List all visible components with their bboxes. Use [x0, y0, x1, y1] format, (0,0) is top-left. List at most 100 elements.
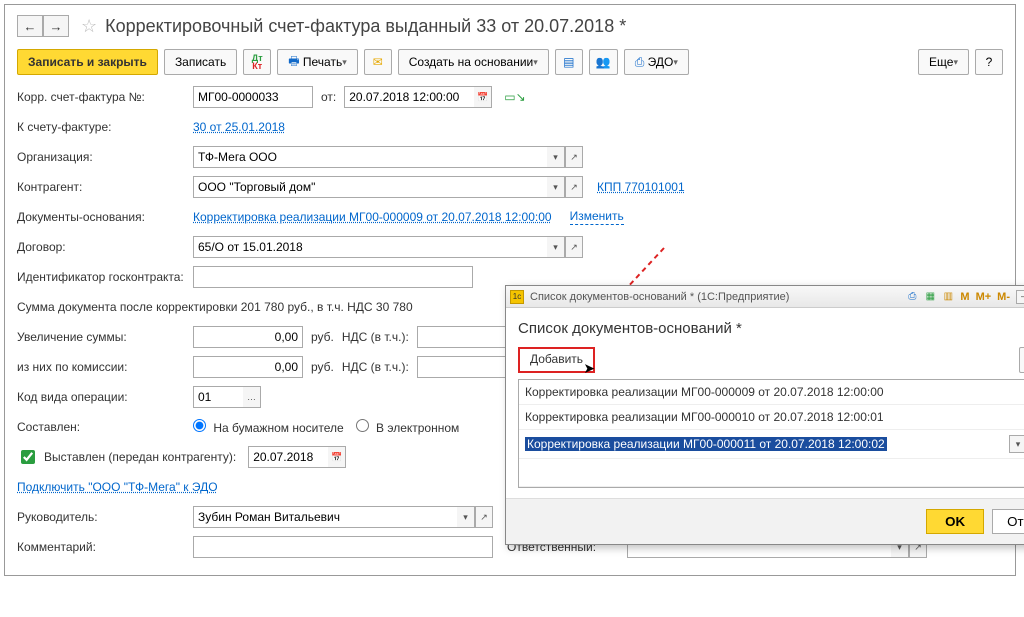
- org-open-icon[interactable]: ↗: [565, 146, 583, 168]
- people-icon: 👥: [596, 55, 611, 69]
- head-dropdown-icon[interactable]: ▾: [457, 506, 475, 528]
- contract-open-icon[interactable]: ↗: [565, 236, 583, 258]
- rub-label-2: руб.: [311, 360, 334, 374]
- counterparty-open-icon[interactable]: ↗: [565, 176, 583, 198]
- dtkt-icon: ДтКт: [252, 54, 263, 70]
- forward-button[interactable]: →: [43, 15, 69, 37]
- cursor-icon: ➤: [583, 360, 595, 377]
- org-input[interactable]: [193, 146, 547, 168]
- composed-label: Составлен:: [17, 420, 193, 434]
- counterparty-label: Контрагент:: [17, 180, 193, 194]
- nds-label-1: НДС (в т.ч.):: [342, 330, 409, 344]
- op-code-select-icon[interactable]: …: [243, 386, 261, 408]
- basis-docs-popup: 1c Список документов-оснований * (1С:Пре…: [505, 285, 1024, 545]
- electronic-radio-label[interactable]: В электронном: [356, 419, 460, 435]
- page-title: Корректировочный счет-фактура выданный 3…: [105, 16, 626, 37]
- goscontract-label: Идентификатор госконтракта:: [17, 270, 193, 284]
- head-input[interactable]: [193, 506, 457, 528]
- cancel-button[interactable]: Отмена: [992, 509, 1024, 534]
- org-label: Организация:: [17, 150, 193, 164]
- more-button[interactable]: Еще: [918, 49, 969, 75]
- ok-button[interactable]: OK: [926, 509, 984, 534]
- create-based-button[interactable]: Создать на основании: [398, 49, 549, 75]
- nds-label-2: НДС (в т.ч.):: [342, 360, 409, 374]
- related-docs-button[interactable]: ▤: [555, 49, 583, 75]
- date-input[interactable]: [344, 86, 474, 108]
- email-button[interactable]: ✉: [364, 49, 392, 75]
- connect-edo-link[interactable]: Подключить "ООО "ТФ-Мега" к ЭДО: [17, 480, 218, 494]
- app-1c-icon: 1c: [510, 290, 524, 304]
- paper-radio[interactable]: [193, 419, 206, 432]
- org-dropdown-icon[interactable]: ▾: [547, 146, 565, 168]
- increase-label: Увеличение суммы:: [17, 330, 193, 344]
- electronic-radio[interactable]: [356, 419, 369, 432]
- popup-footer: OK Отмена: [506, 498, 1024, 544]
- add-button[interactable]: Добавить ➤: [518, 347, 595, 373]
- goscontract-input[interactable]: [193, 266, 473, 288]
- list-item[interactable]: Корректировка реализации МГ00-000011 от …: [519, 430, 1024, 459]
- calendar-icon[interactable]: 📅: [474, 86, 492, 108]
- m-minus-button[interactable]: M-: [995, 291, 1012, 303]
- dtkt-button[interactable]: ДтКт: [243, 49, 271, 75]
- people-button[interactable]: 👥: [589, 49, 618, 75]
- edo-icon: ⎙: [635, 55, 645, 70]
- popup-titlebar[interactable]: 1c Список документов-оснований * (1С:Пре…: [506, 286, 1024, 308]
- print-button[interactable]: 🖶 Печать: [277, 49, 358, 75]
- rub-label-1: руб.: [311, 330, 334, 344]
- minimize-button[interactable]: —: [1016, 290, 1024, 304]
- popup-title: Список документов-оснований *: [518, 320, 1024, 337]
- issued-checkbox[interactable]: [21, 450, 35, 464]
- title-bar: ← → ☆ Корректировочный счет-фактура выда…: [17, 15, 1003, 37]
- list-item[interactable]: Корректировка реализации МГ00-000010 от …: [519, 405, 1024, 430]
- help-button[interactable]: ?: [975, 49, 1003, 75]
- comment-label: Комментарий:: [17, 540, 193, 554]
- comment-input[interactable]: [193, 536, 493, 558]
- change-link[interactable]: Изменить: [570, 209, 624, 225]
- issued-label: Выставлен (передан контрагенту):: [44, 450, 236, 464]
- row-dropdown-icon[interactable]: ▾: [1009, 435, 1024, 453]
- printer-icon: 🖶: [288, 52, 299, 73]
- op-code-input[interactable]: [193, 386, 243, 408]
- list-item[interactable]: Корректировка реализации МГ00-000009 от …: [519, 380, 1024, 405]
- number-label: Корр. счет-фактура №:: [17, 90, 193, 104]
- empty-row: [519, 459, 1024, 487]
- favorite-star-icon[interactable]: ☆: [81, 16, 97, 37]
- basis-label: Документы-основания:: [17, 210, 193, 224]
- popup-print-icon[interactable]: ⎙: [904, 289, 920, 305]
- save-button[interactable]: Записать: [164, 49, 237, 75]
- kpp-link[interactable]: КПП 770101001: [597, 180, 685, 194]
- number-input[interactable]: [193, 86, 313, 108]
- issued-calendar-icon[interactable]: 📅: [328, 446, 346, 468]
- head-open-icon[interactable]: ↗: [475, 506, 493, 528]
- main-toolbar: Записать и закрыть Записать ДтКт 🖶 Печат…: [17, 49, 1003, 75]
- stack-icon: ▤: [563, 55, 574, 69]
- paper-radio-label[interactable]: На бумажном носителе: [193, 419, 344, 435]
- head-label: Руководитель:: [17, 510, 193, 524]
- popup-grid-icon[interactable]: ▦: [922, 289, 938, 305]
- edo-button[interactable]: ⎙ ЭДО: [624, 49, 689, 75]
- basis-link[interactable]: Корректировка реализации МГ00-000009 от …: [193, 210, 552, 224]
- counterparty-dropdown-icon[interactable]: ▾: [547, 176, 565, 198]
- save-close-button[interactable]: Записать и закрыть: [17, 49, 158, 75]
- to-invoice-link[interactable]: 30 от 25.01.2018: [193, 120, 285, 134]
- back-button[interactable]: ←: [17, 15, 43, 37]
- post-status-icon[interactable]: ▭↘: [504, 90, 525, 104]
- counterparty-input[interactable]: [193, 176, 547, 198]
- sum-text: Сумма документа после корректировки 201 …: [17, 300, 413, 314]
- from-label: от:: [321, 90, 336, 104]
- contract-label: Договор:: [17, 240, 193, 254]
- increase-input[interactable]: [193, 326, 303, 348]
- popup-more-button[interactable]: Еще: [1019, 347, 1024, 373]
- popup-calendar-icon[interactable]: ▥: [940, 289, 956, 305]
- m-plus-button[interactable]: M+: [974, 291, 994, 303]
- commission-label: из них по комиссии:: [17, 360, 193, 374]
- issued-date-input[interactable]: [248, 446, 328, 468]
- mail-icon: ✉: [373, 55, 383, 69]
- popup-window-title: Список документов-оснований * (1С:Предпр…: [530, 291, 904, 303]
- op-code-label: Код вида операции:: [17, 390, 193, 404]
- commission-input[interactable]: [193, 356, 303, 378]
- to-invoice-label: К счету-фактуре:: [17, 120, 193, 134]
- contract-input[interactable]: [193, 236, 547, 258]
- m-button[interactable]: M: [958, 291, 971, 303]
- contract-dropdown-icon[interactable]: ▾: [547, 236, 565, 258]
